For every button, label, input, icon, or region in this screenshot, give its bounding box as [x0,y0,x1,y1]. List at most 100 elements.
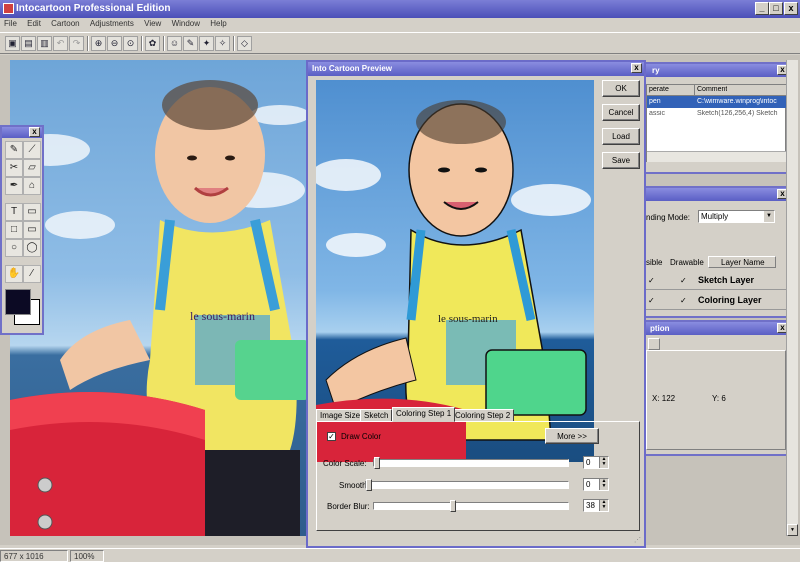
chevron-down-icon[interactable]: ▼ [764,211,774,222]
layers-panel-titlebar: x [642,188,790,201]
history-row-comment: Sketch(126,256,4) Sketch [697,110,778,117]
smooth-slider[interactable] [365,479,569,491]
zoom-fit-icon[interactable]: ⊙ [123,36,138,51]
text-icon[interactable]: T [5,203,23,221]
color-scale-stepper[interactable]: 0 ▲ ▼ [583,456,609,469]
toolbar-separator [233,36,235,51]
cancel-button[interactable]: Cancel [602,104,640,121]
history-panel: ry x perate Comment pen C:\wimware.winpr… [640,62,792,174]
eyedropper-icon[interactable]: ⁄ [23,265,41,283]
stepper-arrows-icon[interactable]: ▲ ▼ [599,457,608,468]
preview-photo-svg: le sous-marin [316,100,591,462]
close-button[interactable]: x [784,2,798,15]
menu-window[interactable]: Window [168,18,204,29]
preview-image[interactable]: le sous-marin [316,80,594,462]
menu-edit[interactable]: Edit [23,18,45,29]
history-row[interactable]: pen C:\wimware.winprog\intoc [647,96,786,108]
history-grid: perate Comment pen C:\wimware.winprog\in… [646,84,786,162]
paint-icon[interactable]: ✿ [145,36,160,51]
cartoon-icon[interactable]: ☺ [167,36,182,51]
tab-coloring-step-1[interactable]: Coloring Step 1 [392,407,456,422]
callout-icon[interactable]: ▭ [23,203,41,221]
layer-name: Coloring Layer [698,295,762,305]
resize-grip-icon[interactable]: ⋰ [634,536,642,544]
color-scale-value: 0 [586,458,591,467]
smooth-stepper[interactable]: 0 ▲ ▼ [583,478,609,491]
rectangle-icon[interactable]: □ [5,221,23,239]
drawable-check-icon[interactable]: ✓ [680,296,687,305]
menu-cartoon[interactable]: Cartoon [47,18,83,29]
history-row-comment: C:\wimware.winprog\intoc [697,98,777,105]
app-icon [3,3,14,14]
preview-dialog: Into Cartoon Preview x le sous-marin OK … [306,60,646,548]
minimize-button[interactable]: _ [755,2,769,15]
blending-mode-value: Multiply [701,212,729,221]
brush-icon[interactable]: ⟋ [23,141,41,159]
more-button[interactable]: More >> [545,428,599,444]
preview-shirt-print: le sous-marin [438,313,498,325]
list-item[interactable]: ✓ ✓ Sketch Layer [642,272,788,290]
eraser-icon[interactable]: ▱ [23,159,41,177]
layers-col-visible: sible [646,258,663,267]
history-panel-title: ry [652,66,660,75]
border-blur-slider[interactable] [373,500,569,512]
load-button[interactable]: Load [602,128,640,145]
hand-icon[interactable]: ✋ [5,265,23,283]
smudge-icon[interactable]: ✒ [5,177,23,195]
border-blur-slider-thumb[interactable] [450,500,456,512]
coord-y: Y: 6 [712,394,726,403]
color-scale-label: Color Scale: [323,459,367,468]
history-col-comment: Comment [695,85,786,96]
history-panel-titlebar: ry x [642,64,790,77]
color-scale-slider-thumb[interactable] [374,457,380,469]
ok-button[interactable]: OK [602,80,640,97]
smooth-slider-thumb[interactable] [366,479,372,491]
zoom-in-icon[interactable]: ⊕ [91,36,106,51]
save-icon[interactable]: ▤ [21,36,36,51]
main-image[interactable]: le sous-marin [10,60,310,536]
eraser-icon[interactable]: ◇ [237,36,252,51]
vertical-scrollbar[interactable]: ▼ [786,60,798,536]
maximize-button[interactable]: □ [769,2,783,15]
scroll-down-icon[interactable]: ▼ [787,524,798,536]
menu-file[interactable]: File [0,18,21,29]
fill-icon[interactable]: ✂ [5,159,23,177]
history-hscrollbar[interactable] [647,151,786,162]
draw-color-checkbox[interactable]: ✓ [327,432,336,441]
border-blur-stepper[interactable]: 38 ▲ ▼ [583,499,609,512]
stepper-arrows-icon[interactable]: ▲ ▼ [599,479,608,490]
menu-view[interactable]: View [140,18,165,29]
tools-panel: x ✎ ⟋ ✂ ▱ ✒ ⌂ T ▭ □ ▭ ○ ◯ ✋ ⁄ [0,125,44,335]
tools-panel-titlebar: x [2,127,42,138]
list-item[interactable]: ✓ ✓ Coloring Layer [642,292,788,310]
stepper-arrows-icon[interactable]: ▲ ▼ [599,500,608,511]
tools-panel-close-button[interactable]: x [29,127,40,137]
ellipse-icon[interactable]: ○ [5,239,23,257]
redo-icon[interactable]: ↷ [69,36,84,51]
history-row[interactable]: assic Sketch(126,256,4) Sketch [647,108,786,120]
visible-check-icon[interactable]: ✓ [648,276,655,285]
menu-adjustments[interactable]: Adjustments [86,18,138,29]
sketch-icon[interactable]: ✎ [183,36,198,51]
image-dimensions: 677 x 1016 [0,550,68,562]
save-as-icon[interactable]: ▥ [37,36,52,51]
coloring-icon[interactable]: ✦ [199,36,214,51]
stamp-icon[interactable]: ⌂ [23,177,41,195]
menu-help[interactable]: Help [206,18,230,29]
save-button[interactable]: Save [602,152,640,169]
pencil-icon[interactable]: ✎ [5,141,23,159]
preview-titlebar: Into Cartoon Preview x [308,62,644,76]
rounded-callout-icon[interactable]: ▭ [23,221,41,239]
preview-close-button[interactable]: x [631,63,642,73]
blending-mode-select[interactable]: Multiply ▼ [698,210,775,223]
open-icon[interactable]: ▣ [5,36,20,51]
speech-bubble-icon[interactable]: ◯ [23,239,41,257]
info-tab[interactable] [648,338,660,350]
filter-icon[interactable]: ✧ [215,36,230,51]
foreground-color-swatch[interactable] [5,289,31,315]
drawable-check-icon[interactable]: ✓ [680,276,687,285]
zoom-out-icon[interactable]: ⊖ [107,36,122,51]
visible-check-icon[interactable]: ✓ [648,296,655,305]
color-scale-slider[interactable] [373,457,569,469]
undo-icon[interactable]: ↶ [53,36,68,51]
